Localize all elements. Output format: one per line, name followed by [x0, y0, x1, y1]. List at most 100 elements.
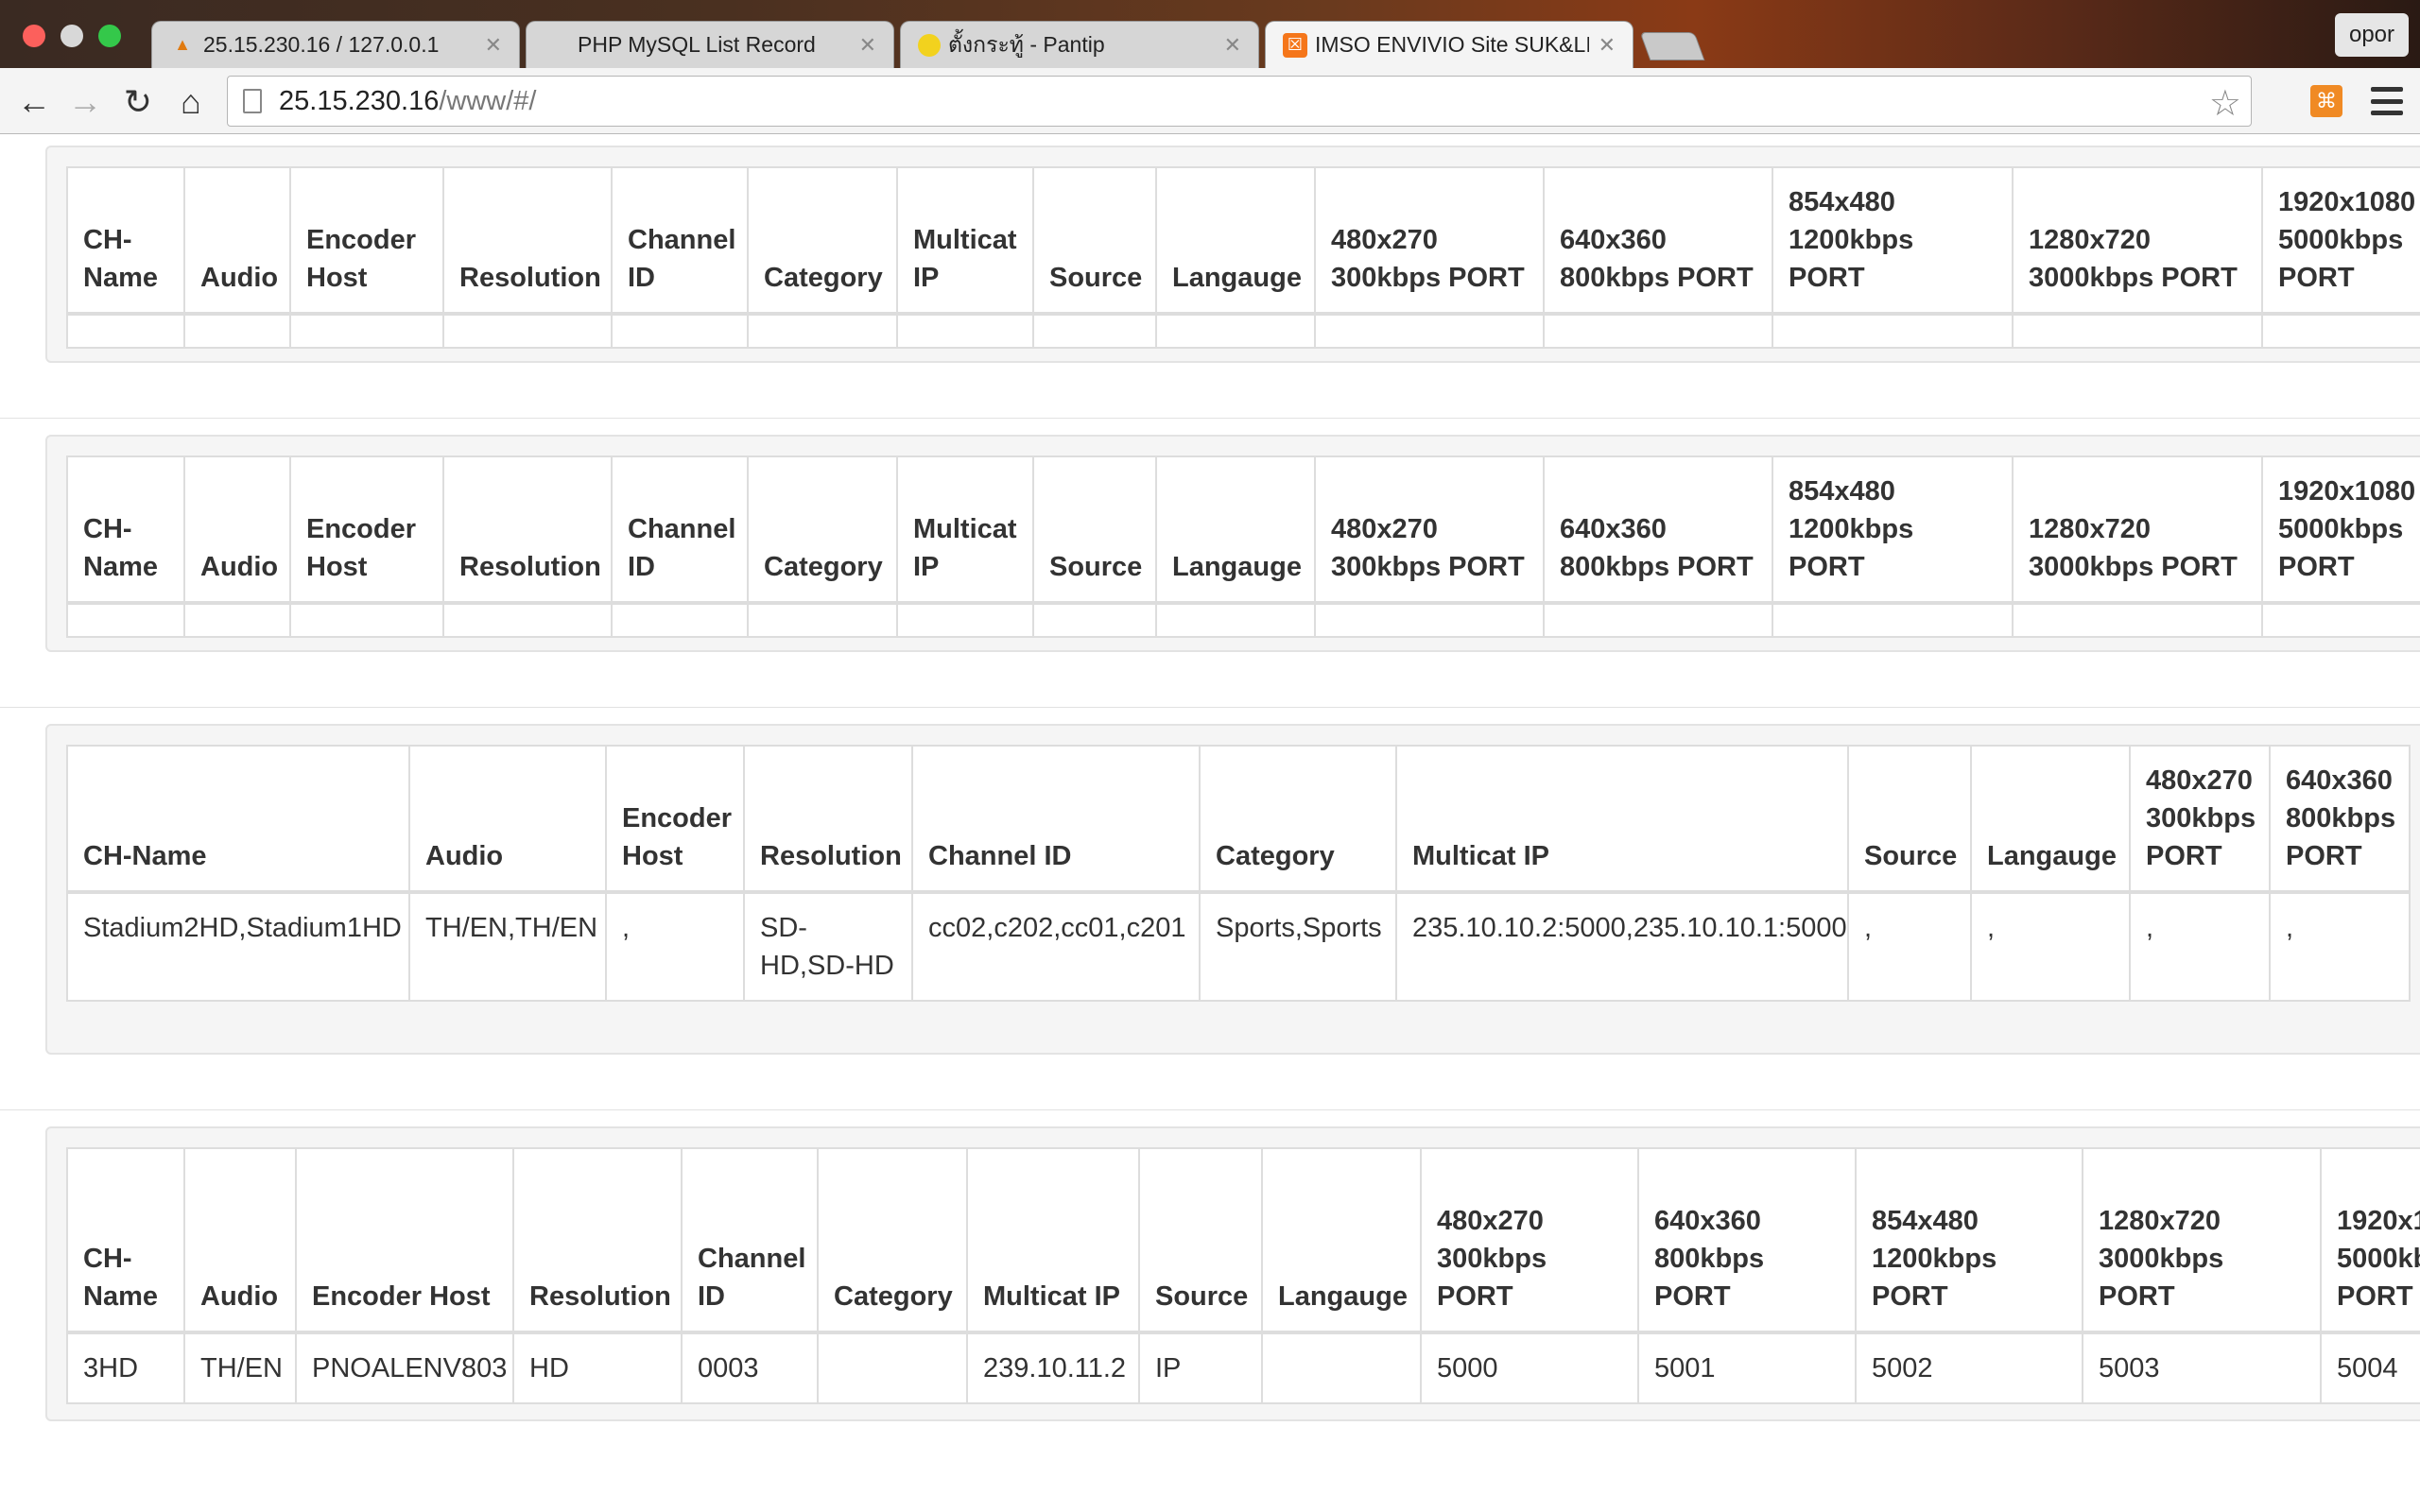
- column-header: Resolution: [743, 745, 913, 894]
- reload-icon[interactable]: ↻: [117, 81, 159, 123]
- window-minimize-button[interactable]: [60, 25, 83, 47]
- column-header-line: [425, 762, 590, 799]
- table-panel: CH- Name Audio Encoder Host Resolution Chann…: [45, 146, 2420, 363]
- table-cell: [1155, 602, 1316, 638]
- column-header-line: [1987, 762, 2114, 799]
- table-row: [66, 313, 2420, 349]
- column-header: Multicat IP: [1395, 745, 1849, 894]
- column-header-line: 854x480: [1789, 187, 1895, 217]
- column-header: 854x480 1200kbps PORT: [1772, 166, 2014, 316]
- column-header-line: [200, 1240, 280, 1278]
- tab-title: ตั้งกระทู้ - Pantip: [948, 31, 1105, 57]
- channel-table: CH- Name Audio Encoder Host Resolution Ch…: [66, 1147, 2420, 1404]
- table-cell-text: PNOALENV803: [312, 1353, 508, 1383]
- chrome-menu-icon[interactable]: [2371, 83, 2403, 119]
- column-header-line: 300kbps: [1437, 1244, 1547, 1274]
- column-header-line: 3000kbps PORT: [2029, 263, 2238, 293]
- page-content: CH- Name Audio Encoder Host Resolution Chann…: [0, 134, 2420, 1512]
- column-header-line: 5000kbps PORT: [2337, 1244, 2420, 1312]
- column-header-line: Multicat: [913, 225, 1017, 255]
- column-header-line: [2099, 1164, 2305, 1202]
- table-cell-text: TH/EN: [200, 1353, 283, 1383]
- table-cell-text: 239.10.11.2: [983, 1353, 1127, 1383]
- tab-close-icon[interactable]: ✕: [859, 33, 876, 58]
- table-cell-text: 5003: [2099, 1353, 2160, 1383]
- column-header-line: Multicat IP: [1412, 841, 1550, 871]
- table-cell-text: SD-: [760, 913, 807, 943]
- table-cell: [896, 313, 1034, 349]
- window-close-button[interactable]: [23, 25, 45, 47]
- column-header: Audio: [183, 166, 291, 316]
- column-header-line: [459, 221, 596, 259]
- column-header-line: [983, 1240, 1123, 1278]
- column-header-line: PORT: [2286, 841, 2362, 871]
- forward-arrow-icon[interactable]: →: [64, 81, 106, 123]
- url-text[interactable]: 25.15.230.16/www/#/: [279, 86, 536, 117]
- browser-tab[interactable]: ▲ 25.15.230.16 / 127.0.0.1 ✕: [151, 21, 520, 68]
- column-header-line: Host: [622, 841, 683, 871]
- table-cell-text: ,: [2146, 913, 2154, 943]
- column-header-line: [834, 1202, 951, 1240]
- back-arrow-icon[interactable]: ←: [13, 81, 55, 123]
- column-header: Channel ID: [911, 745, 1201, 894]
- column-header-line: Resolution: [529, 1281, 671, 1312]
- column-header-line: Audio: [425, 841, 504, 871]
- new-tab-button[interactable]: [1639, 32, 1705, 60]
- table-cell: [1772, 313, 2014, 349]
- table-cell: [896, 602, 1034, 638]
- table-cell-text: 5000: [1437, 1353, 1498, 1383]
- table-cell: 5003: [2082, 1332, 2322, 1404]
- extension-icon[interactable]: ⌘: [2310, 85, 2342, 117]
- column-header-line: Audio: [200, 263, 279, 293]
- column-header-line: Langauge: [1172, 263, 1302, 293]
- column-header-line: Category: [764, 552, 883, 582]
- browser-tab[interactable]: PHP MySQL List Record ✕: [526, 21, 894, 68]
- column-header-line: 480x270: [1437, 1206, 1544, 1236]
- column-header-line: [1412, 799, 1832, 837]
- profile-button[interactable]: opor: [2335, 13, 2409, 57]
- column-header-line: [2337, 1164, 2420, 1202]
- home-icon[interactable]: ⌂: [170, 81, 212, 123]
- column-header-line: ID: [628, 263, 655, 293]
- tab-close-icon[interactable]: ✕: [1599, 33, 1616, 58]
- column-header-line: PORT: [1654, 1281, 1731, 1312]
- pantip-icon: [918, 33, 941, 57]
- table-cell: [747, 313, 898, 349]
- tab-close-icon[interactable]: ✕: [1224, 33, 1241, 58]
- table-cell-text: 5004: [2337, 1353, 2398, 1383]
- column-header-line: 1920x1080: [2278, 187, 2416, 217]
- browser-toolbar: ← → ↻ ⌂ 25.15.230.16/www/#/ ☆ ⌘: [0, 68, 2420, 134]
- browser-tab-active[interactable]: ☒ IMSO ENVIVIO Site SUK&LI ✕: [1265, 21, 1634, 68]
- column-header: 854x480 1200kbps PORT: [1772, 455, 2014, 605]
- column-header-line: 800kbps PORT: [1560, 552, 1754, 582]
- table-row: 3HD TH/EN PNOALENV803 HD 0003 239.10.11.2 IP …: [66, 1332, 2420, 1404]
- browser-tab[interactable]: ตั้งกระทู้ - Pantip ✕: [900, 21, 1259, 68]
- column-header-line: [928, 762, 1184, 799]
- column-header-line: [1278, 1240, 1405, 1278]
- address-bar[interactable]: 25.15.230.16/www/#/ ☆: [227, 76, 2252, 127]
- column-header: 640x360 800kbps PORT: [1637, 1147, 1857, 1334]
- bookmark-star-icon[interactable]: ☆: [2209, 82, 2241, 125]
- column-header-line: [983, 1202, 1123, 1240]
- column-header-line: 1200kbps: [1872, 1244, 1997, 1274]
- column-header-line: 640x360: [2286, 765, 2393, 796]
- column-header: Category: [817, 1147, 968, 1334]
- column-header-line: Category: [764, 263, 883, 293]
- table-cell: [1155, 313, 1316, 349]
- column-header-line: Encoder: [306, 514, 417, 544]
- column-header: 640x360 800kbps PORT: [1543, 455, 1773, 605]
- table-cell: [442, 313, 613, 349]
- window-maximize-button[interactable]: [98, 25, 121, 47]
- tab-close-icon[interactable]: ✕: [485, 33, 502, 58]
- table-cell: Sports,Sports: [1199, 891, 1397, 1002]
- column-header-line: PORT: [2146, 841, 2222, 871]
- column-header: 640x360 800kbps PORT: [1543, 166, 1773, 316]
- column-header-line: 800kbps: [2286, 803, 2396, 833]
- column-header-line: [1172, 510, 1299, 548]
- table-cell: [66, 602, 185, 638]
- table-cell: [2012, 313, 2263, 349]
- column-header: CH-Name: [66, 745, 410, 894]
- table-cell-text: ,: [1987, 913, 1996, 943]
- table-row: [66, 602, 2420, 638]
- blank-page-icon: [544, 32, 570, 59]
